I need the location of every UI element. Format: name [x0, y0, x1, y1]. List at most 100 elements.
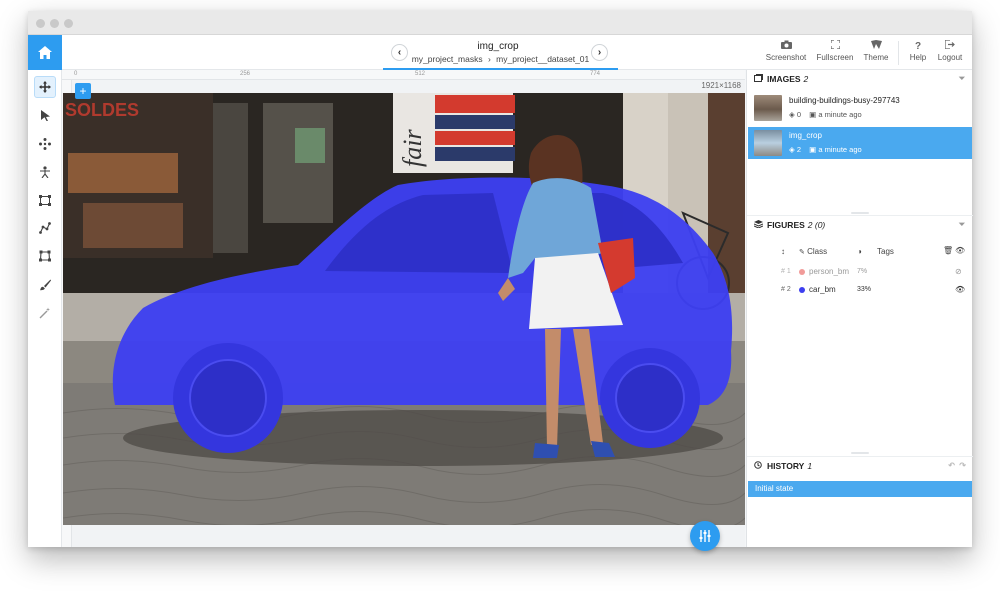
calendar-icon: ▣: [809, 110, 817, 119]
ruler-tick-label: 512: [415, 71, 426, 77]
annotated-image[interactable]: fair SOLDES: [63, 93, 745, 525]
eye-off-icon[interactable]: ⊘: [955, 267, 962, 276]
cursor-icon: [40, 109, 50, 121]
images-icon: [754, 74, 763, 84]
trash-icon[interactable]: 🗑: [943, 246, 953, 255]
store-sign-text: SOLDES: [65, 100, 139, 120]
image-time: a minute ago: [818, 110, 862, 119]
breadcrumb-dataset[interactable]: my_project__dataset_01: [496, 54, 589, 64]
images-section-header: IMAGES 2 ⏷: [747, 70, 973, 88]
image-thumbnail: [754, 95, 782, 121]
ruler-tick-label: 256: [240, 71, 251, 77]
settings-fab-button[interactable]: [690, 521, 720, 551]
history-icon: [754, 461, 762, 471]
breadcrumb: my_project_masks › my_project__dataset_0…: [383, 54, 618, 64]
calendar-icon: ▣: [809, 145, 817, 154]
image-title: img_crop: [477, 41, 519, 52]
figure-row[interactable]: # 1 person_bm 7% ⊘: [747, 263, 973, 281]
brush-icon: [40, 279, 51, 291]
home-icon: [38, 46, 52, 59]
camera-icon: [764, 40, 808, 53]
street-scene-photo: fair SOLDES: [63, 93, 745, 525]
image-figure-count: 2: [796, 145, 802, 154]
add-figure-button[interactable]: +: [75, 83, 91, 99]
eye-icon[interactable]: 👁: [955, 246, 965, 255]
figure-area: 7%: [857, 268, 868, 275]
bbox-tool-button[interactable]: [34, 189, 56, 211]
undo-icon[interactable]: ↶: [948, 461, 955, 470]
figures-filter-icon[interactable]: ⏷: [959, 220, 965, 230]
skeleton-icon: [40, 166, 50, 178]
next-image-button[interactable]: ›: [591, 44, 608, 61]
history-section-header: HISTORY 1 ↶ ↷: [747, 456, 973, 474]
window-maximize-dot[interactable]: [64, 19, 73, 28]
images-count: 2: [803, 74, 809, 84]
window-minimize-dot[interactable]: [50, 19, 59, 28]
image-time: a minute ago: [818, 145, 862, 154]
figure-row[interactable]: # 2 car_bm 33% 👁: [747, 281, 973, 299]
annotation-app: ‹ img_crop my_project_masks › my_project…: [28, 35, 973, 551]
history-item-label: Initial state: [755, 484, 794, 493]
panel-resize-handle[interactable]: [851, 212, 869, 214]
top-header: ‹ img_crop my_project_masks › my_project…: [28, 35, 972, 70]
class-column-label: Class: [807, 247, 828, 256]
theme-label: Theme: [863, 53, 889, 62]
canvas-area[interactable]: 0 256 512 774 fair SOLDES + 1921×1168: [62, 70, 745, 551]
screenshot-button[interactable]: Screenshot: [764, 40, 808, 62]
tools-sidebar: [28, 70, 62, 547]
images-title: IMAGES: [767, 74, 801, 84]
points-tool-button[interactable]: [34, 133, 56, 155]
theme-icon: [854, 40, 898, 53]
theme-button[interactable]: Theme: [854, 40, 898, 62]
area-icon: ◑: [857, 247, 862, 256]
image-name: img_crop: [789, 131, 822, 140]
help-label: Help: [909, 53, 927, 62]
move-icon: [39, 81, 51, 93]
class-color-dot: [799, 287, 805, 293]
home-button[interactable]: [28, 35, 62, 70]
eye-icon[interactable]: 👁: [955, 285, 965, 294]
logout-button[interactable]: Logout: [928, 39, 972, 62]
magic-wand-icon: [39, 307, 50, 319]
redo-icon[interactable]: ↷: [959, 461, 966, 470]
layers-icon: ◈: [789, 145, 795, 154]
window-close-dot[interactable]: [36, 19, 45, 28]
fullscreen-icon: [813, 39, 857, 53]
breadcrumb-project[interactable]: my_project_masks: [412, 54, 483, 64]
panel-resize-handle[interactable]: [851, 452, 869, 454]
image-dimensions: 1921×1168: [701, 81, 741, 90]
image-meta: ◈ 2 ▣ a minute ago: [789, 145, 862, 154]
polyline-tool-button[interactable]: [34, 217, 56, 239]
figures-icon: [753, 220, 764, 230]
brush-tool-button[interactable]: [34, 274, 56, 296]
history-count: 1: [807, 461, 813, 471]
ruler-tick-label: 0: [74, 71, 78, 77]
move-tool-button[interactable]: [34, 76, 56, 98]
history-title: HISTORY: [767, 461, 805, 471]
pointer-tool-button[interactable]: [34, 104, 56, 126]
logout-label: Logout: [937, 53, 963, 62]
sort-icon[interactable]: ↕: [781, 247, 785, 256]
keypoint-tool-button[interactable]: [34, 161, 56, 183]
breadcrumb-separator: ›: [487, 54, 491, 64]
figure-class: car_bm: [809, 285, 836, 294]
polygon-tool-button[interactable]: [34, 245, 56, 267]
class-column-header[interactable]: ✎ Class: [799, 247, 827, 256]
window-titlebar: [28, 11, 972, 35]
screenshot-label: Screenshot: [765, 53, 807, 62]
history-item[interactable]: Initial state: [748, 481, 972, 497]
image-meta: ◈ 0 ▣ a minute ago: [789, 110, 862, 119]
figures-title: FIGURES: [767, 220, 805, 230]
smart-tool-button[interactable]: [34, 302, 56, 324]
bbox-icon: [39, 194, 51, 206]
polyline-icon: [39, 222, 51, 234]
right-panel: IMAGES 2 ⏷ building-buildings-busy-297743…: [746, 70, 973, 547]
image-list-item-selected[interactable]: img_crop ◈ 2 ▣ a minute ago: [748, 127, 972, 159]
images-filter-icon[interactable]: ⏷: [959, 74, 965, 84]
class-color-dot: [799, 269, 805, 275]
logout-icon: [928, 39, 972, 53]
sliders-icon: [699, 530, 711, 542]
points-icon: [39, 138, 51, 150]
fullscreen-button[interactable]: Fullscreen: [813, 39, 857, 62]
image-list-item[interactable]: building-buildings-busy-297743 ◈ 0 ▣ a m…: [748, 92, 972, 124]
